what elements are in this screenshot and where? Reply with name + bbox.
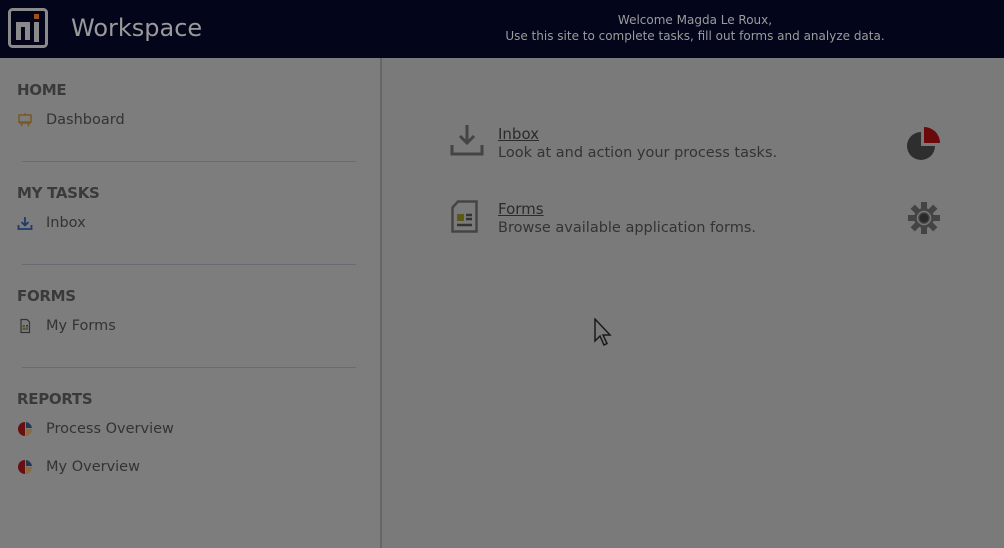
section-title-reports: REPORTS bbox=[17, 390, 93, 408]
welcome-line-2: Use this site to complete tasks, fill ou… bbox=[505, 29, 885, 43]
divider bbox=[22, 367, 356, 368]
sidebar-item-my-overview[interactable]: My Overview bbox=[17, 456, 140, 478]
section-title-forms: FORMS bbox=[17, 287, 76, 305]
form-icon bbox=[20, 318, 31, 334]
sidebar: HOME Dashboard MY TASKS Inbox FORMS My F… bbox=[0, 58, 382, 548]
section-title-my-tasks: MY TASKS bbox=[17, 184, 100, 202]
header: Workspace Welcome Magda Le Roux, Use thi… bbox=[0, 0, 1004, 58]
pie-chart-icon bbox=[18, 422, 33, 436]
inbox-description: Look at and action your process tasks. bbox=[498, 145, 778, 161]
sidebar-item-inbox[interactable]: Inbox bbox=[17, 212, 86, 234]
download-icon bbox=[450, 125, 484, 156]
forms-description: Browse available application forms. bbox=[498, 220, 757, 236]
logo-icon[interactable] bbox=[8, 8, 48, 48]
pie-chart-icon bbox=[18, 460, 33, 474]
form-icon bbox=[451, 200, 478, 233]
gear-icon[interactable] bbox=[908, 202, 940, 234]
mouse-cursor-icon bbox=[594, 318, 612, 346]
easel-icon bbox=[18, 113, 32, 127]
forms-card: Forms Browse available application forms… bbox=[450, 200, 940, 250]
sidebar-item-label: Process Overview bbox=[46, 421, 174, 437]
sidebar-item-process-overview[interactable]: Process Overview bbox=[17, 418, 174, 440]
inbox-card: Inbox Look at and action your process ta… bbox=[450, 125, 940, 175]
app-title: Workspace bbox=[71, 14, 203, 42]
divider bbox=[22, 264, 356, 265]
divider bbox=[22, 161, 356, 162]
section-title-home: HOME bbox=[17, 81, 67, 99]
welcome-message: Welcome Magda Le Roux, Use this site to … bbox=[400, 12, 990, 44]
sidebar-item-label: Inbox bbox=[46, 215, 86, 231]
welcome-line-1: Welcome Magda Le Roux, bbox=[617, 13, 773, 27]
forms-link[interactable]: Forms bbox=[498, 200, 544, 218]
sidebar-item-my-forms[interactable]: My Forms bbox=[17, 315, 116, 337]
pie-chart-icon[interactable] bbox=[906, 127, 940, 161]
sidebar-item-label: My Forms bbox=[46, 318, 116, 334]
inbox-link[interactable]: Inbox bbox=[498, 125, 539, 143]
download-icon bbox=[17, 217, 33, 230]
sidebar-item-dashboard[interactable]: Dashboard bbox=[17, 109, 125, 131]
sidebar-item-label: My Overview bbox=[46, 459, 140, 475]
sidebar-item-label: Dashboard bbox=[46, 112, 125, 128]
